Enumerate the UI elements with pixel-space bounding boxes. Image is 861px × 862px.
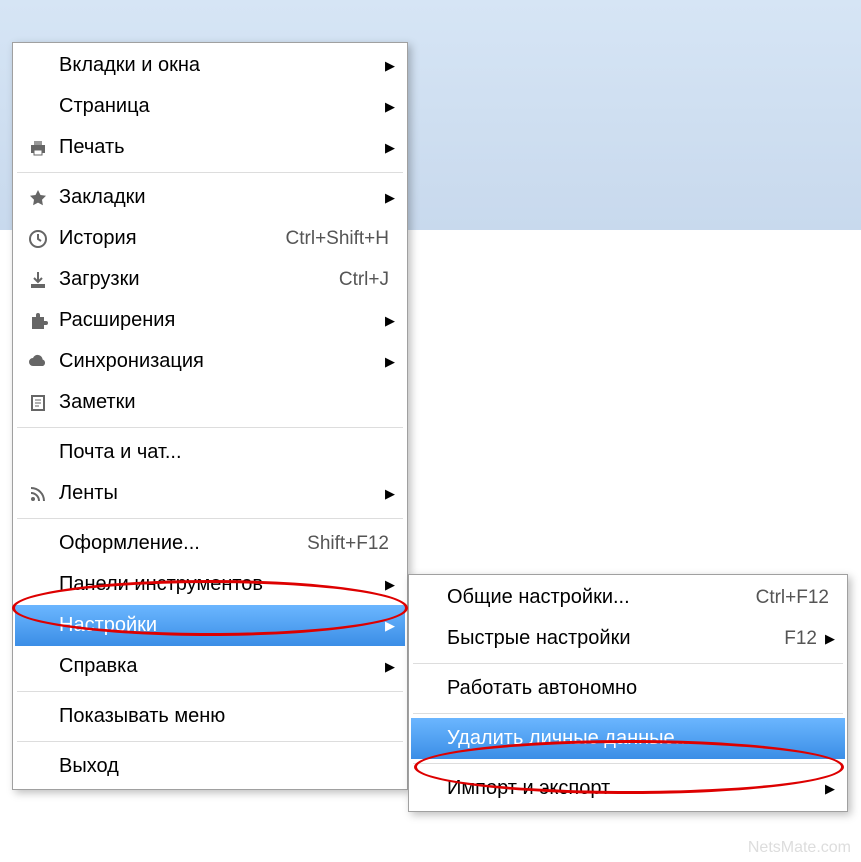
chevron-right-icon: ▶ [385,140,397,156]
menu-separator [413,763,843,764]
chevron-right-icon: ▶ [385,99,397,115]
watermark: NetsMate.com [748,839,851,857]
menu-label: Ленты [59,482,385,505]
menu-label: Синхронизация [59,350,385,373]
chevron-right-icon: ▶ [385,313,397,329]
menu-page[interactable]: Страница ▶ [15,86,405,127]
menu-separator [413,663,843,664]
menu-appearance[interactable]: Оформление... Shift+F12 [15,523,405,564]
menu-exit[interactable]: Выход [15,746,405,787]
menu-label: Общие настройки... [447,586,756,609]
download-icon [27,269,49,291]
chevron-right-icon: ▶ [385,190,397,206]
menu-notes[interactable]: Заметки [15,382,405,423]
menu-shortcut: Ctrl+J [339,269,389,291]
opera-main-menu: Вкладки и окна ▶ Страница ▶ Печать ▶ Зак… [12,42,408,790]
chevron-right-icon: ▶ [385,354,397,370]
menu-separator [17,172,403,173]
menu-feeds[interactable]: Ленты ▶ [15,473,405,514]
chevron-right-icon: ▶ [385,486,397,502]
submenu-delete-private[interactable]: Удалить личные данные... [411,718,845,759]
star-icon [27,187,49,209]
settings-submenu: Общие настройки... Ctrl+F12 Быстрые наст… [408,574,848,812]
submenu-offline[interactable]: Работать автономно [411,668,845,709]
menu-bookmarks[interactable]: Закладки ▶ [15,177,405,218]
menu-shortcut: Ctrl+Shift+H [286,228,389,250]
menu-label: Импорт и экспорт [447,777,825,800]
chevron-right-icon: ▶ [385,618,397,634]
menu-separator [17,691,403,692]
menu-label: Вкладки и окна [59,54,385,77]
menu-label: Расширения [59,309,385,332]
menu-extensions[interactable]: Расширения ▶ [15,300,405,341]
menu-label: Выход [59,755,397,778]
menu-downloads[interactable]: Загрузки Ctrl+J [15,259,405,300]
clock-icon [27,228,49,250]
menu-history[interactable]: История Ctrl+Shift+H [15,218,405,259]
menu-separator [17,427,403,428]
chevron-right-icon: ▶ [825,781,837,797]
cloud-icon [27,351,49,373]
printer-icon [27,137,49,159]
menu-separator [17,741,403,742]
menu-label: Загрузки [59,268,339,291]
menu-label: Закладки [59,186,385,209]
menu-help[interactable]: Справка ▶ [15,646,405,687]
note-icon [27,392,49,414]
menu-label: История [59,227,286,250]
rss-icon [27,483,49,505]
menu-label: Заметки [59,391,397,414]
menu-toolbars[interactable]: Панели инструментов ▶ [15,564,405,605]
menu-settings[interactable]: Настройки ▶ [15,605,405,646]
chevron-right-icon: ▶ [825,631,837,647]
menu-label: Почта и чат... [59,441,397,464]
menu-label: Настройки [59,614,385,637]
chevron-right-icon: ▶ [385,577,397,593]
menu-shortcut: F12 [784,628,817,650]
menu-label: Показывать меню [59,705,397,728]
menu-label: Удалить личные данные... [447,727,837,750]
menu-separator [17,518,403,519]
submenu-quick[interactable]: Быстрые настройки F12 ▶ [411,618,845,659]
chevron-right-icon: ▶ [385,58,397,74]
chevron-right-icon: ▶ [385,659,397,675]
menu-label: Страница [59,95,385,118]
menu-label: Оформление... [59,532,307,555]
menu-label: Работать автономно [447,677,837,700]
menu-print[interactable]: Печать ▶ [15,127,405,168]
puzzle-icon [27,310,49,332]
menu-label: Быстрые настройки [447,627,784,650]
menu-label: Панели инструментов [59,573,385,596]
menu-show-menu[interactable]: Показывать меню [15,696,405,737]
menu-label: Справка [59,655,385,678]
menu-tabs-windows[interactable]: Вкладки и окна ▶ [15,45,405,86]
submenu-import-export[interactable]: Импорт и экспорт ▶ [411,768,845,809]
submenu-general[interactable]: Общие настройки... Ctrl+F12 [411,577,845,618]
menu-shortcut: Ctrl+F12 [756,587,829,609]
menu-label: Печать [59,136,385,159]
menu-mail-chat[interactable]: Почта и чат... [15,432,405,473]
menu-shortcut: Shift+F12 [307,533,389,555]
menu-separator [413,713,843,714]
menu-sync[interactable]: Синхронизация ▶ [15,341,405,382]
